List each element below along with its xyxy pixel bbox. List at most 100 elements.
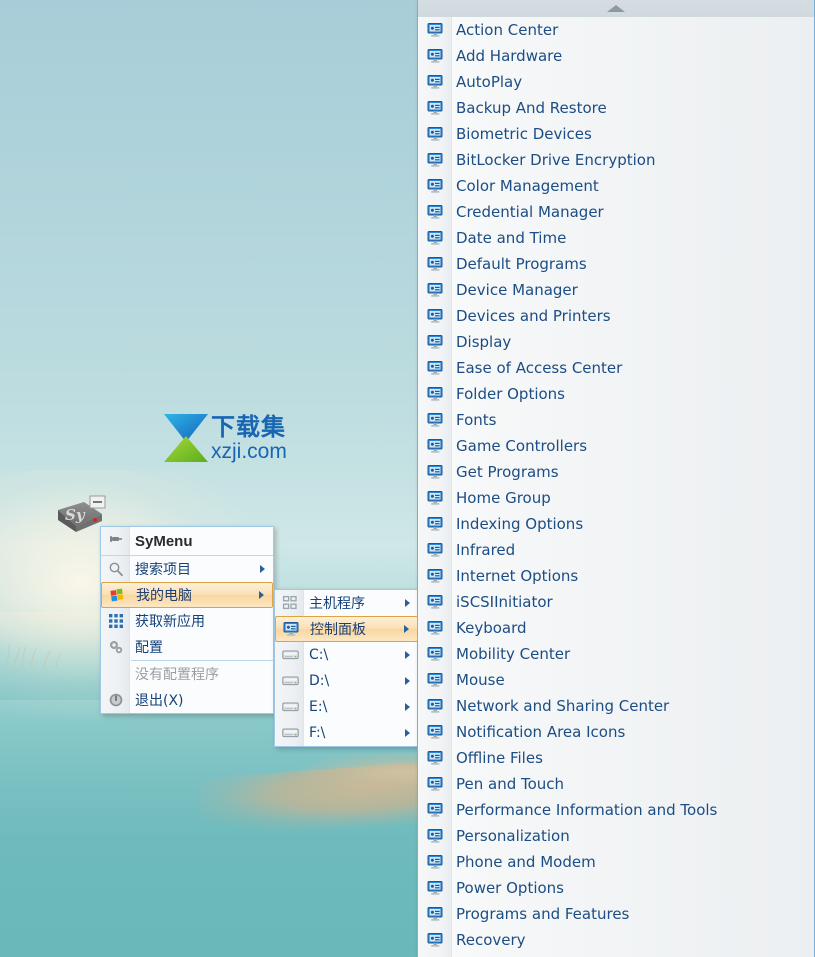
drive-icon bbox=[281, 724, 299, 742]
control-panel-item[interactable]: Keyboard bbox=[418, 615, 814, 641]
symenu-main-menu[interactable]: SyMenu 搜索项目 我的电脑 获取新应用 配置 没有配置程序 退出(X) bbox=[100, 526, 274, 714]
control-panel-item[interactable]: Network and Sharing Center bbox=[418, 693, 814, 719]
drive-icon bbox=[281, 646, 299, 664]
control-panel-item-label: Mobility Center bbox=[456, 645, 571, 663]
control-panel-item[interactable]: Recovery bbox=[418, 927, 814, 953]
control-panel-item[interactable]: Devices and Printers bbox=[418, 303, 814, 329]
control-panel-icon bbox=[427, 178, 444, 194]
power-icon bbox=[107, 691, 125, 709]
control-panel-icon bbox=[427, 698, 444, 714]
submenu-item-drive-f[interactable]: F:\ bbox=[275, 720, 418, 746]
control-panel-icon bbox=[427, 490, 444, 506]
submenu-item-label: E:\ bbox=[309, 699, 328, 715]
control-panel-item[interactable]: Notification Area Icons bbox=[418, 719, 814, 745]
symenu-my-computer-submenu[interactable]: 主机程序 控制面板 C:\ D:\ E:\ F:\ bbox=[274, 589, 419, 747]
control-panel-item-label: Add Hardware bbox=[456, 47, 563, 65]
control-panel-item[interactable]: Credential Manager bbox=[418, 199, 814, 225]
menu-item-exit[interactable]: 退出(X) bbox=[101, 687, 273, 713]
control-panel-item-label: Folder Options bbox=[456, 385, 565, 403]
pin-icon[interactable] bbox=[107, 531, 123, 552]
gears-icon bbox=[107, 638, 125, 656]
control-panel-item-label: Power Options bbox=[456, 879, 564, 897]
menu-item-get-new-apps[interactable]: 获取新应用 bbox=[101, 608, 273, 634]
control-panel-icon bbox=[427, 386, 444, 402]
chevron-right-icon bbox=[405, 677, 410, 685]
control-panel-icon bbox=[427, 854, 444, 870]
control-panel-item-label: Home Group bbox=[456, 489, 551, 507]
control-panel-icon bbox=[427, 828, 444, 844]
control-panel-item[interactable]: Phone and Modem bbox=[418, 849, 814, 875]
control-panel-item[interactable]: Indexing Options bbox=[418, 511, 814, 537]
symenu-desktop-icon[interactable]: Sy bbox=[54, 494, 106, 540]
scroll-up-arrow-icon[interactable] bbox=[418, 0, 814, 17]
control-panel-item[interactable]: Date and Time bbox=[418, 225, 814, 251]
control-panel-item[interactable]: Color Management bbox=[418, 173, 814, 199]
submenu-item-control-panel[interactable]: 控制面板 bbox=[275, 616, 418, 642]
menu-item-configure[interactable]: 配置 bbox=[101, 634, 273, 660]
control-panel-item-label: Recovery bbox=[456, 931, 526, 949]
control-panel-item[interactable]: Game Controllers bbox=[418, 433, 814, 459]
control-panel-item[interactable]: Pen and Touch bbox=[418, 771, 814, 797]
control-panel-item[interactable]: Fonts bbox=[418, 407, 814, 433]
control-panel-item[interactable]: AutoPlay bbox=[418, 69, 814, 95]
control-panel-item[interactable]: Get Programs bbox=[418, 459, 814, 485]
control-panel-item[interactable]: Programs and Features bbox=[418, 901, 814, 927]
control-panel-item[interactable]: Ease of Access Center bbox=[418, 355, 814, 381]
drive-icon bbox=[281, 672, 299, 690]
control-panel-icon bbox=[427, 412, 444, 428]
control-panel-icon bbox=[427, 152, 444, 168]
control-panel-icon bbox=[427, 464, 444, 480]
submenu-item-drive-e[interactable]: E:\ bbox=[275, 694, 418, 720]
control-panel-icon bbox=[427, 22, 444, 38]
control-panel-item[interactable]: Power Options bbox=[418, 875, 814, 901]
control-panel-item[interactable]: Mobility Center bbox=[418, 641, 814, 667]
menu-title-label: SyMenu bbox=[135, 532, 193, 550]
control-panel-icon bbox=[427, 802, 444, 818]
control-panel-item-label: Device Manager bbox=[456, 281, 578, 299]
control-panel-item[interactable]: Action Center bbox=[418, 17, 814, 43]
control-panel-item-label: Programs and Features bbox=[456, 905, 630, 923]
control-panel-item[interactable]: Backup And Restore bbox=[418, 95, 814, 121]
control-panel-item-label: Default Programs bbox=[456, 255, 587, 273]
control-panel-item[interactable]: Performance Information and Tools bbox=[418, 797, 814, 823]
submenu-item-host-programs[interactable]: 主机程序 bbox=[275, 590, 418, 616]
control-panel-item[interactable]: Folder Options bbox=[418, 381, 814, 407]
control-panel-icon bbox=[427, 256, 444, 272]
four-squares-icon bbox=[281, 594, 299, 612]
control-panel-submenu[interactable]: Action Center Add Hardware AutoPlay Backup … bbox=[417, 0, 815, 957]
menu-item-my-computer[interactable]: 我的电脑 bbox=[101, 582, 273, 608]
control-panel-item-label: Offline Files bbox=[456, 749, 543, 767]
control-panel-item[interactable]: Default Programs bbox=[418, 251, 814, 277]
control-panel-item[interactable]: Personalization bbox=[418, 823, 814, 849]
submenu-item-drive-c[interactable]: C:\ bbox=[275, 642, 418, 668]
submenu-item-drive-d[interactable]: D:\ bbox=[275, 668, 418, 694]
menu-item-label: 搜索项目 bbox=[135, 562, 191, 578]
control-panel-item[interactable]: iSCSIInitiator bbox=[418, 589, 814, 615]
control-panel-item[interactable]: Home Group bbox=[418, 485, 814, 511]
control-panel-item[interactable]: Internet Options bbox=[418, 563, 814, 589]
control-panel-item[interactable]: Biometric Devices bbox=[418, 121, 814, 147]
control-panel-item[interactable]: Mouse bbox=[418, 667, 814, 693]
drive-icon bbox=[281, 698, 299, 716]
control-panel-icon bbox=[427, 282, 444, 298]
control-panel-item-label: Pen and Touch bbox=[456, 775, 565, 793]
control-panel-item[interactable]: Infrared bbox=[418, 537, 814, 563]
menu-title-bar: SyMenu bbox=[101, 527, 273, 556]
menu-item-search[interactable]: 搜索项目 bbox=[101, 556, 273, 582]
control-panel-item[interactable]: Display bbox=[418, 329, 814, 355]
control-panel-item-label: Biometric Devices bbox=[456, 125, 592, 143]
control-panel-item-label: Backup And Restore bbox=[456, 99, 607, 117]
control-panel-item[interactable]: Device Manager bbox=[418, 277, 814, 303]
control-panel-icon bbox=[427, 932, 444, 948]
chevron-right-icon bbox=[259, 591, 264, 599]
control-panel-item-label: Game Controllers bbox=[456, 437, 588, 455]
chevron-right-icon bbox=[405, 729, 410, 737]
control-panel-item-label: AutoPlay bbox=[456, 73, 523, 91]
control-panel-icon bbox=[427, 542, 444, 558]
submenu-item-label: F:\ bbox=[309, 725, 326, 741]
control-panel-item[interactable]: BitLocker Drive Encryption bbox=[418, 147, 814, 173]
chevron-right-icon bbox=[405, 651, 410, 659]
control-panel-item[interactable]: Add Hardware bbox=[418, 43, 814, 69]
control-panel-item[interactable]: Offline Files bbox=[418, 745, 814, 771]
control-panel-icon bbox=[427, 230, 444, 246]
